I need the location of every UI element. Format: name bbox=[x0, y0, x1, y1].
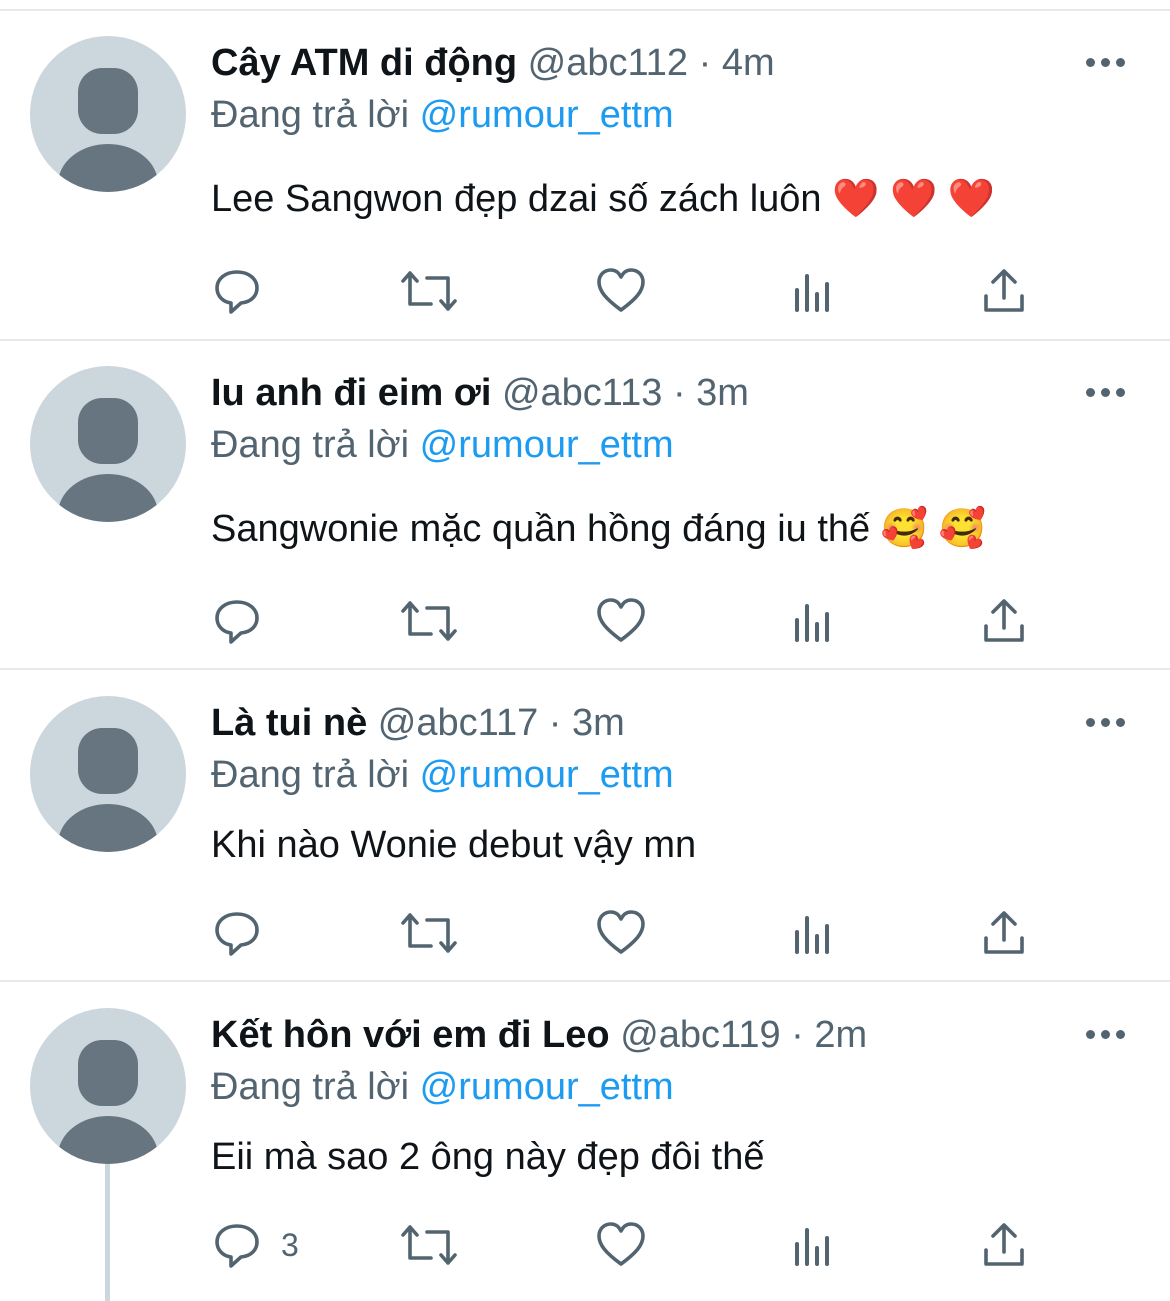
views-icon bbox=[795, 1228, 829, 1266]
like-button[interactable] bbox=[596, 266, 646, 316]
display-name[interactable]: Cây ATM di động bbox=[211, 42, 517, 84]
share-icon bbox=[984, 911, 1024, 954]
separator: · bbox=[538, 702, 573, 744]
tweet-header: Là tui nè @abc117 · 3m bbox=[211, 700, 625, 746]
handle[interactable]: @abc113 bbox=[502, 372, 662, 414]
views-button[interactable] bbox=[791, 908, 835, 958]
tweet-divider bbox=[0, 339, 1170, 341]
share-button[interactable] bbox=[981, 596, 1027, 646]
retweet-icon bbox=[401, 601, 457, 641]
share-button[interactable] bbox=[981, 908, 1027, 958]
tweet-header: Iu anh đi eim ơi @abc113 · 3m bbox=[211, 370, 749, 416]
like-icon bbox=[597, 598, 645, 642]
timestamp[interactable]: 3m bbox=[696, 372, 749, 414]
display-name[interactable]: Iu anh đi eim ơi bbox=[211, 372, 491, 414]
top-divider bbox=[0, 9, 1170, 11]
like-icon bbox=[597, 1222, 645, 1266]
handle[interactable]: @abc117 bbox=[378, 702, 538, 744]
replying-to-handle[interactable]: @rumour_ettm bbox=[420, 424, 674, 466]
views-icon bbox=[795, 274, 829, 312]
reply-button[interactable]: 3 bbox=[211, 1220, 299, 1270]
replying-to-label: Đang trả lời bbox=[211, 94, 410, 136]
reply-button[interactable] bbox=[211, 908, 281, 958]
timestamp[interactable]: 4m bbox=[722, 42, 775, 84]
retweet-button[interactable] bbox=[399, 266, 459, 316]
retweet-icon bbox=[401, 1225, 457, 1265]
reply-icon bbox=[215, 270, 259, 314]
replying-to-label: Đang trả lời bbox=[211, 754, 410, 796]
default-avatar-icon[interactable] bbox=[30, 366, 186, 522]
replying-to: Đang trả lời @rumour_ettm bbox=[211, 92, 674, 138]
tweet-header: Cây ATM di động @abc112 · 4m bbox=[211, 40, 775, 86]
views-icon bbox=[795, 604, 829, 642]
tweet-text: Sangwonie mặc quần hồng đáng iu thế 🥰 🥰 bbox=[211, 508, 986, 550]
reply-count: 3 bbox=[281, 1226, 299, 1263]
retweet-button[interactable] bbox=[399, 908, 459, 958]
replying-to-label: Đang trả lời bbox=[211, 1066, 410, 1108]
separator: · bbox=[780, 1014, 815, 1056]
handle[interactable]: @abc112 bbox=[528, 42, 688, 84]
views-icon bbox=[795, 916, 829, 954]
tweet-header: Kết hôn với em đi Leo @abc119 · 2m bbox=[211, 1012, 867, 1058]
like-button[interactable] bbox=[596, 1220, 646, 1270]
retweet-icon bbox=[401, 271, 457, 311]
default-avatar-icon[interactable] bbox=[30, 36, 186, 192]
views-button[interactable] bbox=[791, 266, 835, 316]
display-name[interactable]: Kết hôn với em đi Leo bbox=[211, 1014, 610, 1056]
reply-icon bbox=[215, 1224, 259, 1268]
more-icon[interactable] bbox=[1086, 58, 1126, 70]
retweet-button[interactable] bbox=[399, 596, 459, 646]
default-avatar-icon[interactable] bbox=[30, 696, 186, 852]
views-button[interactable] bbox=[791, 1220, 835, 1270]
default-avatar-icon[interactable] bbox=[30, 1008, 186, 1164]
tweet-divider bbox=[0, 980, 1170, 982]
thread-connector-line bbox=[105, 1164, 110, 1301]
handle[interactable]: @abc119 bbox=[620, 1014, 780, 1056]
tweet-text: Eii mà sao 2 ông này đẹp đôi thế bbox=[211, 1136, 765, 1178]
retweet-icon bbox=[401, 913, 457, 953]
more-icon[interactable] bbox=[1086, 388, 1126, 400]
like-button[interactable] bbox=[596, 908, 646, 958]
more-icon[interactable] bbox=[1086, 718, 1126, 730]
reply-button[interactable] bbox=[211, 596, 281, 646]
reply-icon bbox=[215, 912, 259, 956]
tweet-divider bbox=[0, 668, 1170, 670]
reply-icon bbox=[215, 600, 259, 644]
share-icon bbox=[984, 1223, 1024, 1266]
share-button[interactable] bbox=[981, 1220, 1027, 1270]
tweet-actions bbox=[211, 596, 1111, 646]
tweet-actions bbox=[211, 908, 1111, 958]
like-button[interactable] bbox=[596, 596, 646, 646]
timestamp[interactable]: 3m bbox=[572, 702, 625, 744]
tweet-text: Khi nào Wonie debut vậy mn bbox=[211, 824, 697, 866]
share-icon bbox=[984, 269, 1024, 312]
replying-to: Đang trả lời @rumour_ettm bbox=[211, 1064, 674, 1110]
replying-to-handle[interactable]: @rumour_ettm bbox=[420, 1066, 674, 1108]
retweet-button[interactable] bbox=[399, 1220, 459, 1270]
tweet-actions bbox=[211, 266, 1111, 316]
like-icon bbox=[597, 268, 645, 312]
separator: · bbox=[662, 372, 697, 414]
tweet-text: Lee Sangwon đẹp dzai số zách luôn ❤️ ❤️ … bbox=[211, 178, 996, 220]
replying-to-handle[interactable]: @rumour_ettm bbox=[420, 94, 674, 136]
separator: · bbox=[688, 42, 722, 84]
replying-to: Đang trả lời @rumour_ettm bbox=[211, 752, 674, 798]
tweet-actions: 3 bbox=[211, 1220, 1111, 1270]
share-icon bbox=[984, 599, 1024, 642]
timestamp[interactable]: 2m bbox=[814, 1014, 867, 1056]
views-button[interactable] bbox=[791, 596, 835, 646]
share-button[interactable] bbox=[981, 266, 1027, 316]
more-icon[interactable] bbox=[1086, 1030, 1126, 1042]
replying-to: Đang trả lời @rumour_ettm bbox=[211, 422, 674, 468]
display-name[interactable]: Là tui nè bbox=[211, 702, 367, 744]
like-icon bbox=[597, 910, 645, 954]
replying-to-handle[interactable]: @rumour_ettm bbox=[420, 754, 674, 796]
reply-button[interactable] bbox=[211, 266, 281, 316]
replying-to-label: Đang trả lời bbox=[211, 424, 410, 466]
